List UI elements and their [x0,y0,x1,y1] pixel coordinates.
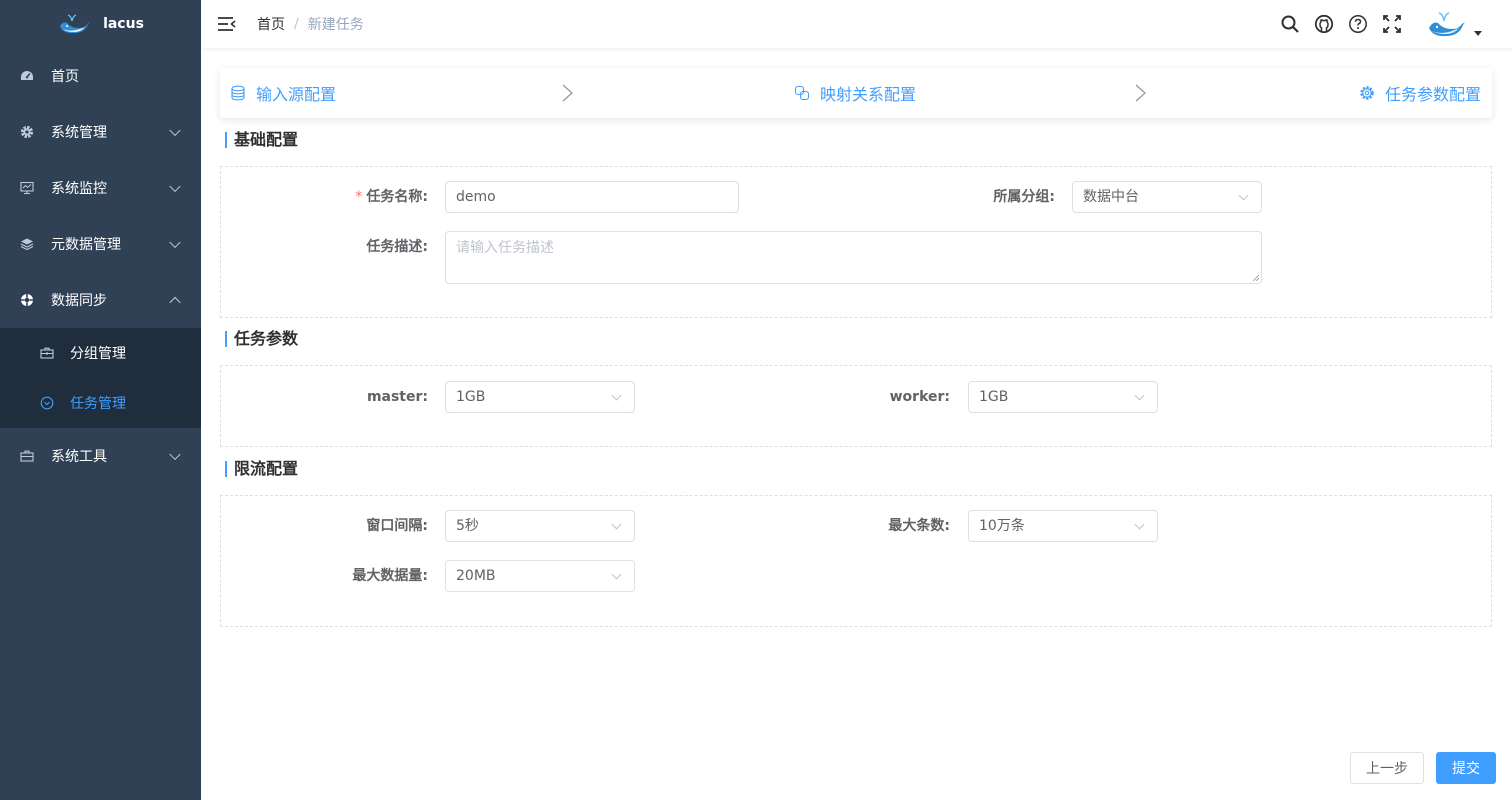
navbar-right-menu [1280,0,1482,48]
breadcrumb: 首页 / 新建任务 [257,14,364,34]
worker-label: worker: [889,389,950,405]
sync-icon [20,293,34,307]
max-rows-label: 最大条数: [888,518,950,534]
sidebar-item-label: 元数据管理 [51,237,121,253]
master-label: master: [366,389,428,405]
chevron-down-icon [169,124,181,137]
breadcrumb-separator: / [294,16,299,32]
sidebar: lacus 首页 系统管理 系统监控 元数据管理 数据同步 分组管理 任务管理 … [0,0,201,800]
link-icon [794,85,810,101]
app-name: lacus [103,16,144,32]
github-icon[interactable] [1314,14,1334,34]
chevron-down-icon [169,180,181,193]
circle-check-icon [40,396,54,410]
chevron-down-icon [1134,519,1145,530]
section-title-params: 任务参数 [225,331,298,347]
submit-button[interactable]: 提交 [1436,752,1496,784]
step-input-source[interactable]: 输入源配置 [230,68,336,118]
chevron-down-icon [611,390,622,401]
sidebar-item-home[interactable]: 首页 [0,48,201,104]
fullscreen-icon[interactable] [1382,14,1402,34]
step-task-params[interactable]: 任务参数配置 [1359,68,1481,118]
group-label: 所属分组: [993,189,1055,205]
steps-bar: 输入源配置 映射关系配置 任务参数配置 [220,68,1492,118]
chevron-down-icon [169,448,181,461]
caret-down-icon [1474,30,1482,36]
sidebar-item-label: 系统监控 [51,181,107,197]
max-size-select[interactable]: 20MB [445,560,635,592]
sidebar-item-tools[interactable]: 系统工具 [0,428,201,484]
prev-step-button[interactable]: 上一步 [1350,752,1424,784]
search-icon[interactable] [1280,14,1300,34]
sidebar-item-group-management[interactable]: 分组管理 [0,328,201,378]
breadcrumb-home[interactable]: 首页 [257,14,285,34]
step-arrow-icon [1135,84,1146,102]
sidebar-item-label: 系统工具 [51,449,107,465]
sidebar-item-monitor[interactable]: 系统监控 [0,160,201,216]
chevron-down-icon [611,569,622,580]
logo[interactable]: lacus [0,0,201,48]
group-select-value: 数据中台 [1083,189,1139,205]
user-avatar-dropdown[interactable] [1426,9,1482,39]
max-size-label: 最大数据量: [352,568,428,584]
task-desc-placeholder: 请输入任务描述 [456,240,554,256]
whale-logo-icon [60,14,91,34]
section-title-basic: 基础配置 [225,132,298,148]
master-select-value: 1GB [456,389,486,405]
submenu-data-sync: 分组管理 任务管理 [0,328,201,428]
task-name-label-text: 任务名称: [366,189,428,205]
step-label: 映射关系配置 [820,85,917,104]
sidebar-item-label: 系统管理 [51,125,107,141]
max-rows-select[interactable]: 10万条 [968,510,1158,542]
master-select[interactable]: 1GB [445,381,635,413]
step-mapping[interactable]: 映射关系配置 [794,68,916,118]
briefcase-icon [40,346,54,360]
max-rows-select-value: 10万条 [979,518,1025,534]
hamburger-icon[interactable] [217,14,237,34]
avatar [1429,12,1465,37]
sidebar-item-system[interactable]: 系统管理 [0,104,201,160]
top-navbar: 首页 / 新建任务 [201,0,1512,48]
max-size-select-value: 20MB [456,568,496,584]
step-label: 输入源配置 [256,85,337,104]
database-icon [230,85,246,101]
toolbox-icon [20,449,34,463]
sidebar-item-label: 首页 [51,69,79,85]
help-icon[interactable] [1348,14,1368,34]
monitor-icon [20,181,34,195]
breadcrumb-current: 新建任务 [307,17,364,33]
sidebar-item-task-management[interactable]: 任务管理 [0,378,201,428]
worker-select-value: 1GB [979,389,1009,405]
sidebar-item-label: 分组管理 [70,346,126,362]
resize-handle-icon[interactable] [1252,274,1259,281]
window-select-value: 5秒 [456,518,479,534]
window-label: 窗口间隔: [366,518,428,534]
sidebar-item-metadata[interactable]: 元数据管理 [0,216,201,272]
gear-icon [20,125,34,139]
layers-icon [20,237,34,251]
required-asterisk: * [355,189,363,205]
chevron-down-icon [1238,190,1249,201]
task-name-label: * 任务名称: [288,181,428,213]
step-arrow-icon [562,84,573,102]
task-desc-textarea[interactable]: 请输入任务描述 [445,231,1262,284]
task-desc-label: 任务描述: [366,239,428,255]
group-select[interactable]: 数据中台 [1072,181,1262,213]
chevron-down-icon [611,519,622,530]
task-name-input[interactable]: demo [445,181,739,213]
sidebar-item-label: 任务管理 [70,396,126,412]
sidebar-item-label: 数据同步 [51,293,107,309]
sidebar-item-data-sync[interactable]: 数据同步 [0,272,201,328]
chevron-down-icon [169,236,181,249]
chevron-down-icon [1134,390,1145,401]
section-title-limit: 限流配置 [225,461,298,477]
step-label: 任务参数配置 [1385,85,1482,104]
chevron-up-icon [169,296,181,309]
settings-icon [1359,85,1375,101]
worker-select[interactable]: 1GB [968,381,1158,413]
window-select[interactable]: 5秒 [445,510,635,542]
dashboard-icon [20,69,34,83]
